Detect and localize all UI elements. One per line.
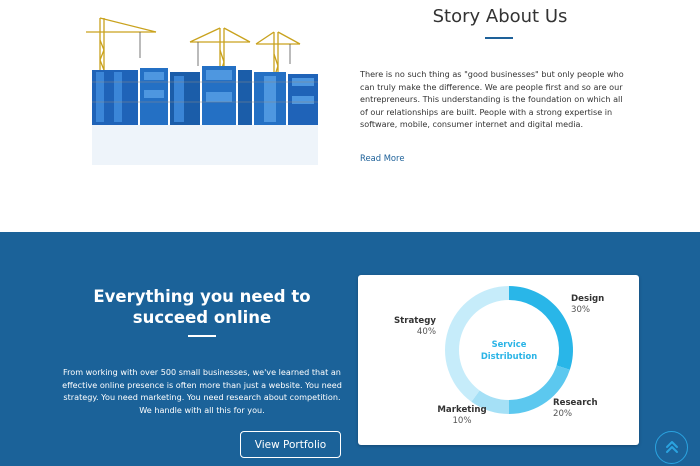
story-title: Story About Us (432, 6, 568, 27)
pitch-divider (188, 335, 216, 337)
story-paragraph: There is no such thing as "good business… (360, 69, 624, 130)
pitch-title-line1: Everything you need to (93, 287, 311, 306)
chart-center-label-line1: Service (492, 339, 527, 349)
slice-label-design: Design (571, 294, 604, 304)
slice-value-research: 20% (553, 409, 572, 419)
view-portfolio-button[interactable]: View Portfolio (240, 431, 341, 458)
pitch-title-line2: succeed online (132, 308, 272, 327)
pitch-title: Everything you need to succeed online (70, 286, 334, 328)
chart-center-label-line2: Distribution (481, 351, 537, 361)
slice-value-marketing: 10% (452, 416, 471, 426)
read-more-link[interactable]: Read More (360, 153, 404, 163)
slice-label-marketing: Marketing (437, 405, 486, 415)
story-section: Story About Us There is no such thing as… (0, 0, 700, 232)
pitch-paragraph: From working with over 500 small busines… (62, 367, 342, 415)
slice-value-design: 30% (571, 305, 590, 315)
scroll-to-top-button[interactable] (655, 431, 688, 464)
services-section: Everything you need to succeed online Fr… (0, 232, 700, 466)
slice-label-strategy: Strategy (394, 316, 436, 326)
title-divider (485, 37, 513, 39)
service-distribution-chart: Service Distribution Design 30% Research 20… (358, 275, 639, 445)
donut-chart-svg: Service Distribution Design30% Research20… (394, 286, 604, 426)
slice-value-strategy: 40% (417, 327, 436, 337)
double-chevron-up-icon (666, 441, 678, 453)
slice-label-research: Research (553, 398, 598, 408)
website-construction-image (86, 17, 318, 165)
